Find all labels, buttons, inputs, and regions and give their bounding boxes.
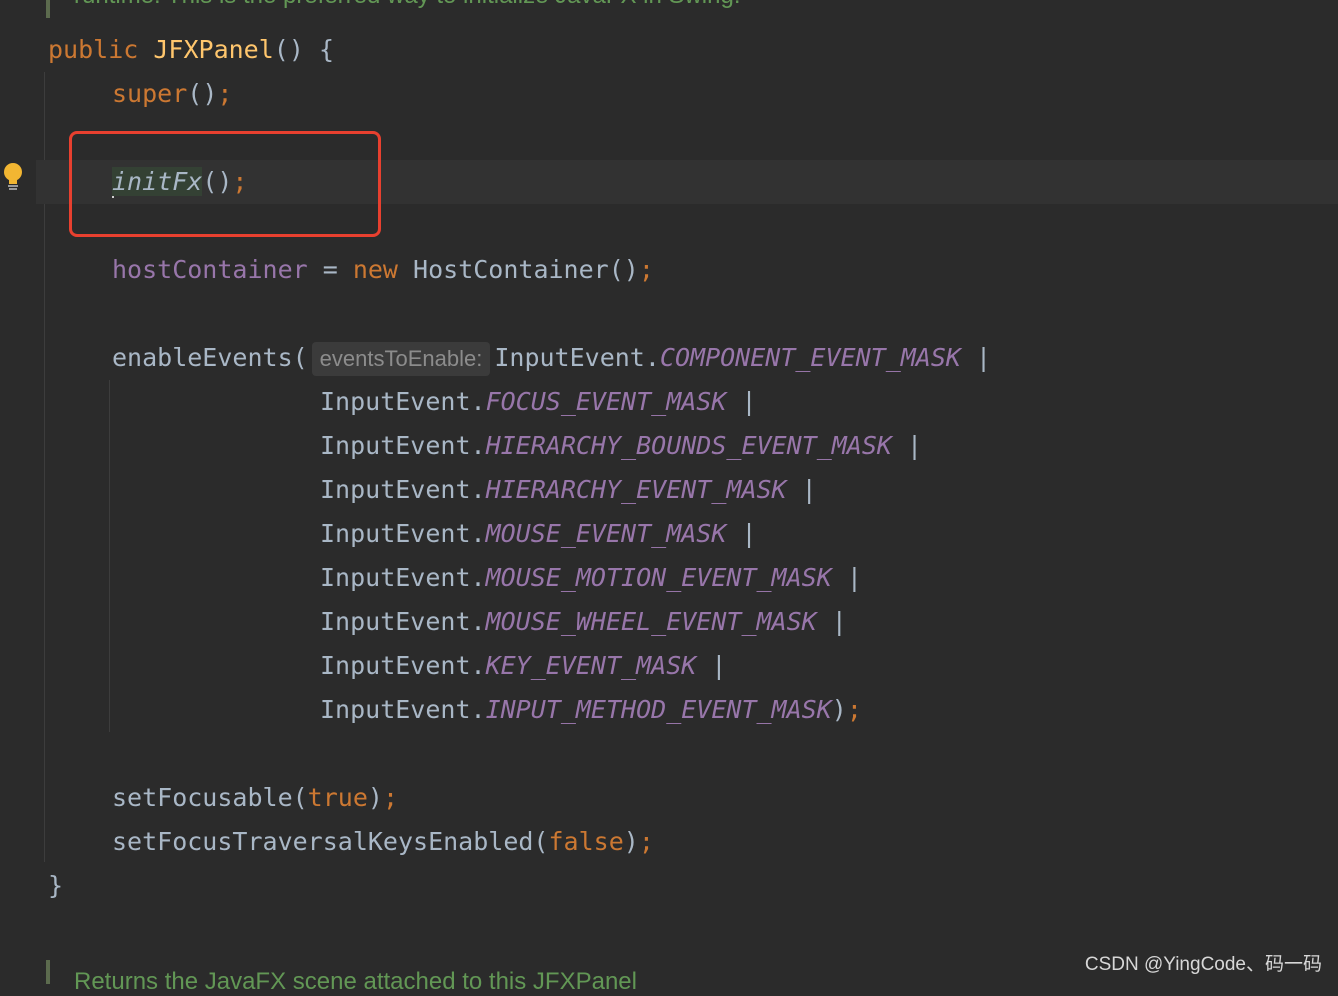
operator: | [816, 607, 847, 636]
code-line-mask-4[interactable]: InputEvent.HIERARCHY_EVENT_MASK | [320, 468, 817, 512]
constant: MOUSE_WHEEL_EVENT_MASK [485, 607, 817, 636]
code-token: () [187, 79, 218, 108]
class-ref: InputEvent. [320, 519, 486, 548]
class-ref: InputEvent. [320, 563, 486, 592]
parameter-hint: eventsToEnable: [311, 342, 491, 376]
class-ref: InputEvent. [494, 343, 660, 372]
constant: FOCUS_EVENT_MASK [485, 387, 727, 416]
semicolon: ; [638, 255, 654, 284]
code-line-mask-2[interactable]: InputEvent.FOCUS_EVENT_MASK | [320, 380, 757, 424]
operator: | [726, 387, 757, 416]
class-ref: InputEvent. [320, 695, 486, 724]
operator: | [696, 651, 727, 680]
operator: | [891, 431, 923, 460]
keyword-new: new [352, 255, 398, 284]
code-line-mask-3[interactable]: InputEvent.HIERARCHY_BOUNDS_EVENT_MASK | [320, 424, 922, 468]
class-ref: InputEvent. [320, 431, 486, 460]
operator: | [831, 563, 862, 592]
operator: ) [831, 695, 847, 724]
method-name: JFXPanel [153, 35, 274, 64]
watermark: CSDN @YingCode、码一码 [1084, 954, 1322, 975]
operator: | [960, 343, 992, 372]
code-token: HostContainer() [397, 255, 639, 284]
constant: HIERARCHY_BOUNDS_EVENT_MASK [485, 431, 892, 460]
method-call-setfocustraversal: setFocusTraversalKeysEnabled( [112, 827, 549, 856]
constant: MOUSE_EVENT_MASK [485, 519, 727, 548]
operator: | [786, 475, 817, 504]
code-token: ) [623, 827, 639, 856]
method-call-setfocusable: setFocusable( [112, 783, 308, 812]
keyword-public: public [48, 35, 139, 64]
code-line-5[interactable]: enableEvents(eventsToEnable: InputEvent.C… [112, 336, 991, 380]
annotation-highlight-box [69, 131, 381, 237]
class-ref: InputEvent. [320, 607, 486, 636]
code-line-mask-9[interactable]: InputEvent.INPUT_METHOD_EVENT_MASK); [320, 688, 862, 732]
semicolon: ; [382, 783, 399, 812]
semicolon: ; [638, 827, 654, 856]
code-line-4[interactable]: hostContainer = new HostContainer(); [112, 248, 654, 292]
doc-comment-bottom: Returns the JavaFX scene attached to thi… [74, 968, 637, 995]
constant: KEY_EVENT_MASK [485, 651, 697, 680]
keyword-super: super [112, 79, 188, 108]
lightbulb-icon[interactable] [2, 162, 24, 192]
code-line-mask-5[interactable]: InputEvent.MOUSE_EVENT_MASK | [320, 512, 757, 556]
code-line-mask-8[interactable]: InputEvent.KEY_EVENT_MASK | [320, 644, 726, 688]
constant: MOUSE_MOTION_EVENT_MASK [485, 563, 832, 592]
class-ref: InputEvent. [320, 387, 486, 416]
keyword-true: true [307, 783, 368, 812]
operator: | [726, 519, 757, 548]
code-line-mask-7[interactable]: InputEvent.MOUSE_WHEEL_EVENT_MASK | [320, 600, 847, 644]
constant: COMPONENT_EVENT_MASK [659, 343, 961, 372]
constant: INPUT_METHOD_EVENT_MASK [485, 695, 832, 724]
keyword-false: false [548, 827, 624, 856]
field-hostcontainer: hostContainer [112, 255, 308, 284]
constant: HIERARCHY_EVENT_MASK [485, 475, 787, 504]
code-line-8[interactable]: } [48, 864, 63, 908]
code-line-6[interactable]: setFocusable(true); [112, 776, 398, 820]
class-ref: InputEvent. [320, 651, 486, 680]
code-editor[interactable]: runtime. This is the preferred way to in… [0, 0, 1338, 995]
indent-guide-args [109, 380, 110, 732]
code-line-2[interactable]: super(); [112, 72, 232, 116]
doc-comment-top: runtime. This is the preferred way to in… [74, 0, 741, 10]
code-token: () { [273, 35, 335, 64]
code-line-1[interactable]: public JFXPanel() { [48, 28, 334, 72]
semicolon: ; [846, 695, 862, 724]
class-ref: InputEvent. [320, 475, 486, 504]
code-line-mask-6[interactable]: InputEvent.MOUSE_MOTION_EVENT_MASK | [320, 556, 862, 600]
closing-brace: } [48, 871, 64, 900]
code-token: ) [367, 783, 383, 812]
method-call-enableevents: enableEvents( [112, 343, 308, 372]
semicolon: ; [217, 79, 233, 108]
doc-comment-bar [46, 960, 50, 984]
code-line-7[interactable]: setFocusTraversalKeysEnabled(false); [112, 820, 654, 864]
doc-comment-bar [46, 0, 50, 18]
code-token: = [307, 255, 353, 284]
